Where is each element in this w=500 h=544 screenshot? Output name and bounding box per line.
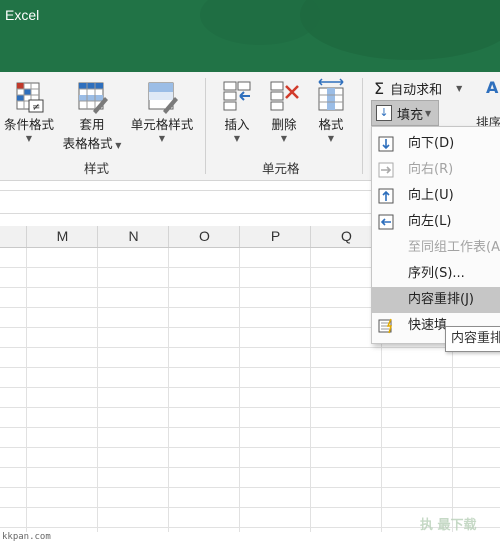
menu-item-series[interactable]: 序列(S)... xyxy=(372,261,500,287)
sort-filter-icon[interactable]: A xyxy=(486,78,500,108)
conditional-format-button[interactable]: ≠ 条件格式 ▼ xyxy=(0,80,58,143)
menu-item-fill-up[interactable]: 向上(U) xyxy=(372,183,500,209)
conditional-format-label: 条件格式 xyxy=(3,117,54,132)
column-header-n[interactable]: N xyxy=(97,226,169,247)
chevron-down-icon: ▼ xyxy=(425,108,432,118)
chevron-down-icon: ▼ xyxy=(25,134,33,143)
group-divider xyxy=(362,78,363,174)
fill-label: 填充 xyxy=(397,107,424,123)
menu-item-label: 向下(D) xyxy=(408,136,455,151)
column-header-p[interactable]: P xyxy=(239,226,311,247)
chevron-down-icon: ▼ xyxy=(233,134,241,143)
insert-cells-icon xyxy=(223,81,251,111)
format-cells-icon xyxy=(318,78,344,111)
menu-item-label: 向右(R) xyxy=(408,162,454,177)
insert-label: 插入 xyxy=(224,117,250,132)
delete-cells-icon xyxy=(270,81,299,111)
format-label: 格式 xyxy=(318,117,344,132)
menu-item-label: 向左(L) xyxy=(408,214,452,229)
menu-item-label: 内容重排(J) xyxy=(408,292,474,307)
title-bar-decoration xyxy=(200,0,320,45)
format-button[interactable]: 格式 ▼ xyxy=(310,78,352,143)
menu-item-label: 快速填 xyxy=(408,318,448,333)
chevron-down-icon: ▼ xyxy=(158,134,166,143)
sigma-icon: Σ xyxy=(374,78,385,98)
cell-styles-label: 单元格样式 xyxy=(130,117,194,132)
title-bar: Excel xyxy=(0,0,500,72)
fill-dropdown-menu: 向下(D) 向右(R) 向上(U) 向左(L) 至同组工作表(A) 序列(S).… xyxy=(371,126,500,344)
app-title: Excel xyxy=(5,7,40,23)
format-as-table-button[interactable]: 套用 表格格式 ▼ xyxy=(58,80,126,152)
column-header-m[interactable]: M xyxy=(26,226,98,247)
format-as-table-label-1: 套用 xyxy=(79,117,105,132)
table-format-icon xyxy=(78,82,108,114)
title-bar-decoration xyxy=(300,0,500,60)
autosum-button[interactable]: Σ 自动求和 ▼ xyxy=(374,78,462,98)
insert-button[interactable]: 插入 ▼ xyxy=(216,78,258,143)
menu-item-fill-right: 向右(R) xyxy=(372,157,500,183)
group-divider xyxy=(205,78,206,174)
chevron-down-icon: ▼ xyxy=(327,134,335,143)
fill-button[interactable]: ↓ 填充 ▼ xyxy=(371,100,439,126)
menu-item-label: 向上(U) xyxy=(408,188,454,203)
fill-down-icon: ↓ xyxy=(376,105,392,121)
conditional-format-icon: ≠ xyxy=(16,82,44,113)
format-as-table-label-2: 表格格式 xyxy=(62,136,113,151)
menu-item-justify[interactable]: 内容重排(J) xyxy=(372,287,500,313)
column-header-o[interactable]: O xyxy=(168,226,240,247)
svg-text:≠: ≠ xyxy=(32,102,40,113)
cell-styles-button[interactable]: 单元格样式 ▼ xyxy=(126,80,198,143)
fill-down-icon xyxy=(378,136,394,152)
menu-item-across-worksheets: 至同组工作表(A) xyxy=(372,235,500,261)
menu-item-fill-down[interactable]: 向下(D) xyxy=(372,131,500,157)
justify-tooltip: 内容重排 xyxy=(445,326,500,352)
menu-item-label: 至同组工作表(A) xyxy=(408,240,500,255)
flash-fill-icon xyxy=(378,318,392,334)
watermark-text: kkpan.com xyxy=(2,532,51,542)
chevron-down-icon: ▼ xyxy=(280,134,288,143)
menu-item-fill-left[interactable]: 向左(L) xyxy=(372,209,500,235)
fill-right-icon xyxy=(378,162,394,178)
chevron-down-icon: ▼ xyxy=(456,83,463,93)
cell-styles-icon xyxy=(148,82,178,114)
fill-left-icon xyxy=(378,214,394,230)
styles-group-label: 样式 xyxy=(84,161,110,176)
delete-button[interactable]: 删除 ▼ xyxy=(263,78,305,143)
watermark-logo: 执 最下载 xyxy=(420,518,477,533)
cells-group-label: 单元格 xyxy=(262,161,300,176)
fill-up-icon xyxy=(378,188,394,204)
menu-item-label: 序列(S)... xyxy=(408,266,465,281)
autosum-label: 自动求和 xyxy=(390,82,443,98)
chevron-down-icon: ▼ xyxy=(112,141,122,150)
delete-label: 删除 xyxy=(271,117,297,132)
